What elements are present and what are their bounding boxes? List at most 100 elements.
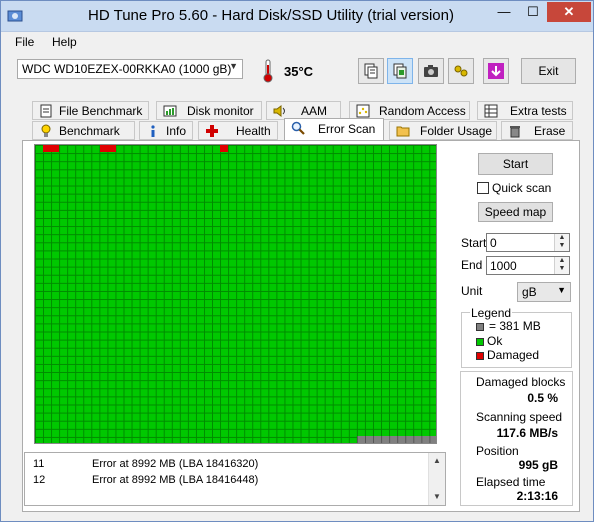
tab-label: Error Scan	[318, 122, 376, 136]
legend-damaged-label: Damaged	[487, 348, 540, 362]
elapsed-time-label: Elapsed time	[476, 475, 546, 489]
thermometer-icon	[263, 59, 273, 83]
file-benchmark-icon	[40, 104, 52, 118]
legend-unscanned-swatch	[476, 323, 484, 331]
exit-button[interactable]: Exit	[521, 58, 576, 84]
start-input[interactable]: 0 ▲ ▼	[486, 233, 570, 252]
tab-error-scan[interactable]: Error Scan	[284, 118, 384, 140]
legend-group: Legend = 381 MB Ok Damaged	[461, 306, 572, 368]
log-row-number: 11	[33, 458, 45, 470]
spinner-arrows-icon[interactable]: ▲ ▼	[554, 234, 569, 251]
log-scrollbar[interactable]: ▲ ▼	[428, 453, 445, 505]
options-icon	[454, 65, 468, 77]
spinner-arrows-icon[interactable]: ▲ ▼	[554, 257, 569, 274]
end-input[interactable]: 1000 ▲ ▼	[486, 256, 570, 275]
info-icon	[151, 125, 155, 137]
tab-erase[interactable]: Erase	[501, 121, 573, 140]
minimize-button[interactable]: —	[490, 2, 518, 22]
log-row-number: 12	[33, 474, 46, 486]
menu-help[interactable]: Help	[52, 35, 77, 49]
tab-file-benchmark[interactable]: File Benchmark	[32, 101, 149, 120]
tab-folder-usage[interactable]: Folder Usage	[389, 121, 497, 140]
tab-benchmark[interactable]: Benchmark	[32, 121, 135, 140]
save-button[interactable]	[483, 58, 509, 84]
tab-label: Erase	[534, 124, 566, 138]
unit-select-value: gB	[522, 285, 537, 299]
start-scan-button[interactable]: Start	[478, 153, 553, 175]
tab-label: Random Access	[379, 104, 466, 118]
window-title: HD Tune Pro 5.60 - Hard Disk/SSD Utility…	[88, 7, 454, 24]
tab-label: File Benchmark	[59, 104, 143, 118]
damaged-blocks-value: 0.5 %	[527, 391, 558, 405]
maximize-button[interactable]: ☐	[520, 2, 546, 22]
damaged-block	[100, 145, 116, 152]
menu-file[interactable]: File	[15, 35, 34, 49]
tab-label: Disk monitor	[187, 104, 254, 118]
tab-extra-tests[interactable]: Extra tests	[477, 101, 573, 120]
health-cross-icon	[206, 125, 218, 137]
copy-info-icon	[364, 63, 378, 79]
end-input-value: 1000	[490, 259, 517, 273]
tab-label: Info	[166, 124, 187, 138]
save-download-icon	[488, 63, 504, 79]
position-label: Position	[476, 444, 519, 458]
temperature-readout: 35°C	[284, 64, 314, 79]
damaged-blocks-label: Damaged blocks	[476, 375, 566, 389]
speaker-icon	[273, 105, 285, 117]
copy-screen-button[interactable]	[387, 58, 413, 84]
scroll-up-icon[interactable]: ▲	[433, 456, 441, 465]
quick-scan-checkbox[interactable]	[477, 182, 489, 194]
tab-disk-monitor[interactable]: Disk monitor	[156, 101, 262, 120]
scroll-down-icon[interactable]: ▼	[433, 492, 441, 501]
extra-tests-icon	[484, 104, 498, 118]
tab-health[interactable]: Health	[198, 121, 278, 140]
tab-info[interactable]: Info	[139, 121, 193, 140]
toolbar: WDC WD10EZEX-00RKKA0 (1000 gB) ▼ 35°C Ex…	[1, 53, 593, 93]
unit-label: Unit	[461, 284, 483, 298]
legend-ok-label: Ok	[487, 334, 503, 348]
end-label: End	[461, 258, 483, 272]
trash-icon	[510, 126, 520, 138]
scan-stats: Damaged blocks 0.5 % Scanning speed 117.…	[460, 371, 573, 506]
damaged-block	[43, 145, 59, 152]
chevron-down-icon: ▼	[557, 285, 566, 295]
options-button[interactable]	[448, 58, 474, 84]
log-row-message: Error at 8992 MB (LBA 18416320)	[92, 458, 259, 470]
position-value: 995 gB	[518, 458, 558, 472]
lightbulb-icon	[41, 124, 51, 137]
camera-icon	[424, 65, 438, 77]
copy-screen-icon	[393, 63, 407, 79]
block-map	[34, 144, 437, 444]
tab-label: Folder Usage	[420, 124, 493, 138]
unscanned-blocks	[357, 436, 436, 443]
title-bar: HD Tune Pro 5.60 - Hard Disk/SSD Utility…	[1, 1, 593, 32]
start-label: Start	[461, 236, 487, 250]
close-button[interactable]: ✕	[547, 2, 591, 22]
folder-icon	[396, 126, 410, 137]
start-input-value: 0	[490, 236, 497, 250]
damaged-block	[220, 145, 228, 152]
screenshot-button[interactable]	[418, 58, 444, 84]
tab-label: AAM	[301, 104, 328, 118]
legend-block-size: = 381 MB	[489, 319, 541, 333]
magnifier-icon	[291, 121, 305, 135]
scanning-speed-label: Scanning speed	[476, 410, 563, 424]
copy-info-button[interactable]	[358, 58, 384, 84]
log-row-message: Error at 8992 MB (LBA 18416448)	[92, 474, 259, 486]
error-log[interactable]: 11 Error at 8992 MB (LBA 18416320) 12 Er…	[24, 452, 446, 506]
tab-label: Benchmark	[59, 124, 120, 138]
speed-map-button[interactable]: Speed map	[478, 202, 553, 222]
app-window: HD Tune Pro 5.60 - Hard Disk/SSD Utility…	[0, 0, 594, 522]
tab-label: Extra tests	[510, 104, 567, 118]
unit-select[interactable]: gB ▼	[517, 282, 571, 302]
drive-select[interactable]: WDC WD10EZEX-00RKKA0 (1000 gB) ▼	[17, 59, 243, 79]
legend-ok-swatch	[476, 338, 484, 346]
legend-title: Legend	[470, 306, 513, 320]
scanning-speed-value: 117.6 MB/s	[496, 426, 558, 440]
chevron-down-icon: ▼	[229, 61, 238, 71]
drive-select-value: WDC WD10EZEX-00RKKA0 (1000 gB)	[22, 62, 232, 76]
random-access-icon	[356, 104, 370, 118]
elapsed-time-value: 2:13:16	[516, 489, 558, 503]
tab-label: Health	[236, 124, 271, 138]
quick-scan-label[interactable]: Quick scan	[492, 181, 551, 195]
